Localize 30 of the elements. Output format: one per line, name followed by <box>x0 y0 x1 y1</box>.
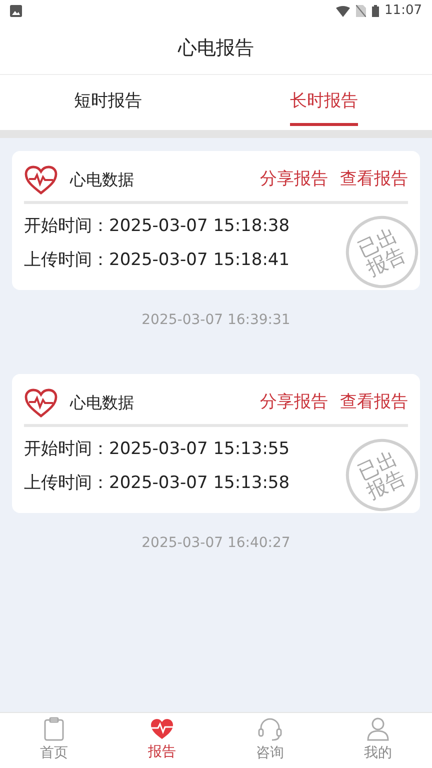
page-title: 心电报告 <box>178 36 254 61</box>
person-icon <box>366 717 390 741</box>
nav-item[interactable]: 咨询 <box>216 713 324 768</box>
report-timestamp: 2025-03-07 16:39:31 <box>142 311 290 330</box>
headset-icon <box>257 717 283 741</box>
heart-pulse-icon <box>148 718 176 740</box>
wifi-icon <box>336 6 350 16</box>
no-sim-icon <box>356 5 366 17</box>
clipboard-icon <box>43 717 65 741</box>
nav-item[interactable]: 我的 <box>324 713 432 768</box>
report-timestamp: 2025-03-07 16:40:27 <box>142 534 290 553</box>
report-title: 心电数据 <box>70 169 135 191</box>
tab[interactable]: 长时报告 <box>216 75 432 130</box>
report-link[interactable]: 查看报告 <box>340 167 408 193</box>
upload-time: 上传时间：2025-03-07 15:13:58 <box>24 472 290 494</box>
start-time: 开始时间：2025-03-07 15:13:55 <box>24 438 290 461</box>
heart-pulse-icon <box>24 388 58 418</box>
report-link[interactable]: 分享报告 <box>260 167 328 193</box>
report-link[interactable]: 查看报告 <box>340 390 408 416</box>
image-icon <box>10 5 22 17</box>
nav-item[interactable]: 报告 <box>108 713 216 768</box>
status-time: 11:07 <box>384 2 422 20</box>
tab[interactable]: 短时报告 <box>0 75 216 130</box>
battery-icon <box>372 5 379 17</box>
nav-item[interactable]: 首页 <box>0 713 108 768</box>
report-link[interactable]: 分享报告 <box>260 390 328 416</box>
report-title: 心电数据 <box>70 392 135 414</box>
start-time: 开始时间：2025-03-07 15:18:38 <box>24 215 290 238</box>
heart-pulse-icon <box>24 165 58 195</box>
upload-time: 上传时间：2025-03-07 15:18:41 <box>24 248 290 272</box>
